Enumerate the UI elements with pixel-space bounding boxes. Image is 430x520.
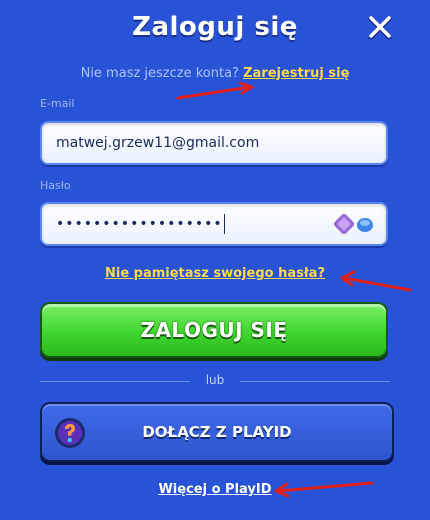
close-icon (368, 16, 392, 40)
login-button[interactable]: ZALOGUJ SIĘ (40, 302, 388, 358)
email-field[interactable]: matwej.grzew11@gmail.com (40, 121, 388, 165)
login-button-label: ZALOGUJ SIĘ (140, 318, 288, 342)
divider-text: lub (205, 373, 225, 387)
annotation-arrow-register (176, 82, 254, 100)
text-caret (223, 214, 225, 234)
annotation-arrow-forgot (340, 270, 412, 292)
close-button[interactable] (366, 14, 394, 42)
email-label: E-mail (40, 97, 75, 110)
register-prompt: Nie masz jeszcze konta? Zarejestruj się (0, 66, 430, 81)
email-value: matwej.grzew11@gmail.com (56, 135, 260, 151)
password-label: Hasło (40, 179, 71, 192)
playid-button-label: DOŁĄCZ Z PLAYID (142, 423, 292, 441)
register-link[interactable]: Zarejestruj się (243, 66, 349, 81)
password-field[interactable]: •••••••••••••••••• (40, 202, 388, 246)
playid-button[interactable]: DOŁĄCZ Z PLAYID (40, 402, 394, 462)
password-value: •••••••••••••••••• (56, 216, 223, 232)
annotation-arrow-more (274, 481, 374, 498)
password-manager-icon[interactable] (332, 212, 376, 254)
register-prompt-text: Nie masz jeszcze konta? (80, 66, 239, 81)
